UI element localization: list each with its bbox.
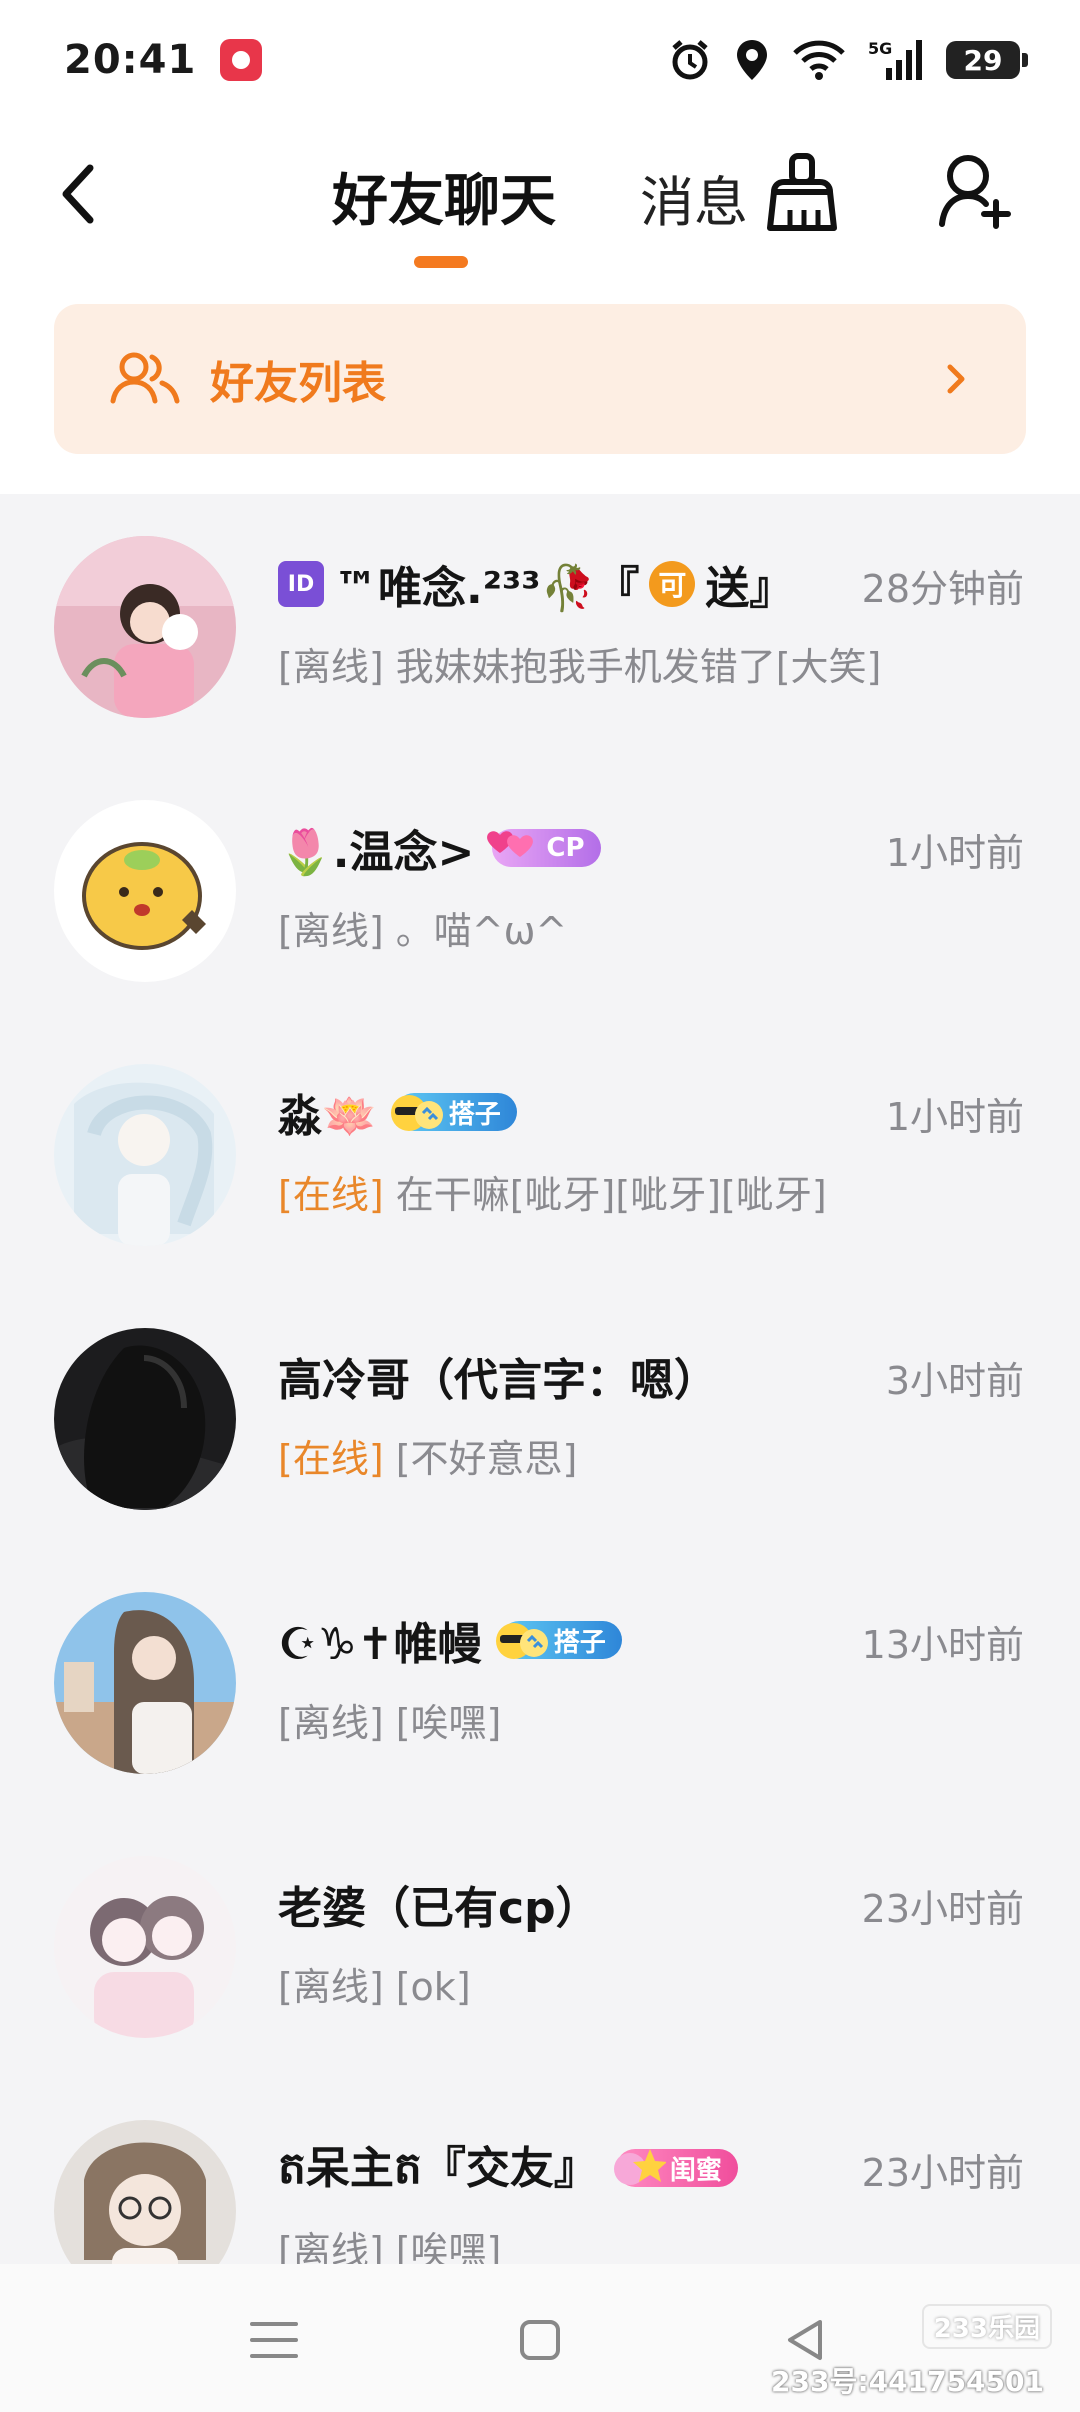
contact-name: ☪♑✝帷幔 — [278, 1619, 482, 1670]
cool-emoji-icon — [495, 1623, 548, 1659]
relationship-badge: 闺蜜 — [613, 2149, 738, 2187]
gift-chip-icon: 可 — [649, 561, 696, 607]
message-preview: [离线] [唉嘿] — [278, 2220, 501, 2264]
tab-active-indicator — [414, 256, 468, 268]
status-bar: 20:41 5G 29 — [0, 0, 1080, 120]
last-message: [唉嘿] — [383, 2229, 502, 2264]
relationship-badge: 搭子 — [390, 1093, 517, 1131]
message-time: 28分钟前 — [861, 567, 1024, 611]
tab-messages[interactable]: 消息 — [640, 158, 748, 237]
message-preview: [在线] [不好意思] — [278, 1428, 577, 1483]
chat-row[interactable]: 🌷.温念> CP 1小时前 [离线] 。喵^ω^ — [0, 758, 1080, 1022]
add-friend-icon[interactable] — [936, 148, 1012, 232]
chat-list: ID ™唯念.²³³🥀『 可 送』 28分钟前 [离线] 我妹妹抱我手机发错了[… — [0, 494, 1080, 2264]
contact-name: ត呆主ត『交友』 — [278, 2142, 598, 2194]
presence-status: [离线] — [278, 2229, 384, 2264]
name-line: 🌷.温念> CP — [278, 816, 601, 880]
chat-row[interactable]: ☪♑✝帷幔 搭子 13小时前 [离线] [唉嘿] — [0, 1550, 1080, 1814]
last-message: [ok] — [383, 1965, 471, 2009]
presence-status: [在线] — [278, 1173, 384, 1217]
tab-friend-chat[interactable]: 好友聊天 — [332, 156, 556, 237]
contact-name: 🌷.温念> — [278, 827, 475, 878]
status-time: 20:41 — [64, 37, 197, 83]
contact-name: ™唯念.²³³🥀『 — [334, 563, 640, 614]
presence-status: [离线] — [278, 1701, 384, 1745]
chat-row[interactable]: 高冷哥（代言字：嗯） 3小时前 [在线] [不好意思] — [0, 1286, 1080, 1550]
message-time: 1小时前 — [885, 1095, 1024, 1139]
relationship-badge: 搭子 — [495, 1621, 622, 1659]
chevron-right-icon — [947, 364, 965, 394]
message-time: 23小时前 — [861, 1887, 1024, 1931]
alarm-icon — [672, 40, 708, 80]
battery-indicator: 29 — [946, 41, 1028, 79]
wifi-icon — [793, 40, 845, 80]
contact-name: 高冷哥（代言字：嗯） — [278, 1355, 718, 1406]
friends-icon — [110, 352, 180, 404]
message-preview: [离线] 。喵^ω^ — [278, 900, 567, 955]
message-time: 23小时前 — [861, 2151, 1024, 2195]
badge-label: CP — [546, 833, 585, 863]
location-icon — [737, 40, 767, 80]
avatar[interactable] — [54, 2120, 236, 2264]
menu-icon[interactable] — [244, 2310, 304, 2370]
badge-label: 搭子 — [448, 1099, 501, 1130]
presence-status: [离线] — [278, 1965, 384, 2009]
avatar[interactable] — [54, 1592, 236, 1774]
presence-status: [离线] — [278, 909, 384, 953]
last-message: [不好意思] — [383, 1437, 578, 1481]
message-time: 3小时前 — [885, 1359, 1024, 1403]
avatar[interactable] — [54, 1064, 236, 1246]
name-line: 老婆（已有cp） — [278, 1872, 600, 1936]
header: 好友聊天 消息 — [0, 120, 1080, 280]
contact-name: 老婆（已有cp） — [278, 1883, 600, 1934]
avatar[interactable] — [54, 800, 236, 982]
id-icon: ID — [278, 561, 324, 607]
last-message: 在干嘛[呲牙][呲牙][呲牙] — [383, 1173, 827, 1217]
back-button[interactable] — [52, 154, 112, 234]
chat-row[interactable]: ត呆主ត『交友』 闺蜜 23小时前 [离线] [唉嘿] — [0, 2078, 1080, 2264]
contact-name-suffix: 送』 — [705, 563, 794, 614]
star-emoji-icon — [613, 2149, 666, 2185]
badge-label: 搭子 — [553, 1627, 606, 1658]
cool-emoji-icon — [390, 1095, 443, 1131]
message-preview: [离线] 我妹妹抱我手机发错了[大笑] — [278, 636, 881, 691]
watermark-logo: 233乐园 — [921, 2304, 1052, 2349]
badge-label: 闺蜜 — [669, 2155, 722, 2186]
friend-list-entry[interactable]: 好友列表 — [54, 304, 1026, 454]
name-line: ☪♑✝帷幔 搭子 — [278, 1608, 622, 1672]
signal-5g-icon: 5G — [868, 39, 922, 80]
chat-row[interactable]: ID ™唯念.²³³🥀『 可 送』 28分钟前 [离线] 我妹妹抱我手机发错了[… — [0, 494, 1080, 758]
contact-name: 淼🪷 — [278, 1091, 377, 1142]
relationship-badge: CP — [487, 829, 601, 867]
last-message: 。喵^ω^ — [383, 909, 568, 953]
clear-broom-icon[interactable] — [764, 150, 840, 234]
home-square-icon[interactable] — [510, 2310, 570, 2370]
message-preview: [在线] 在干嘛[呲牙][呲牙][呲牙] — [278, 1164, 827, 1219]
avatar[interactable] — [54, 536, 236, 718]
presence-status: [离线] — [278, 645, 384, 689]
last-message: 我妹妹抱我手机发错了[大笑] — [383, 645, 882, 689]
message-preview: [离线] [ok] — [278, 1956, 471, 2011]
avatar[interactable] — [54, 1856, 236, 2038]
hearts-icon — [487, 831, 534, 857]
name-line: ID ™唯念.²³³🥀『 可 送』 — [278, 552, 793, 616]
app-notification-icon — [220, 39, 263, 81]
svg-text:5G: 5G — [868, 39, 892, 58]
name-line: ត呆主ត『交友』 闺蜜 — [278, 2136, 738, 2200]
message-time: 1小时前 — [885, 831, 1024, 875]
friend-list-label: 好友列表 — [210, 358, 386, 409]
chat-row[interactable]: 老婆（已有cp） 23小时前 [离线] [ok] — [0, 1814, 1080, 2078]
message-preview: [离线] [唉嘿] — [278, 1692, 501, 1747]
name-line: 淼🪷 搭子 — [278, 1080, 517, 1144]
message-time: 13小时前 — [861, 1623, 1024, 1667]
status-icons: 5G 29 — [668, 38, 1028, 82]
watermark-text: 233号:441754501 — [771, 2365, 1044, 2398]
presence-status: [在线] — [278, 1437, 384, 1481]
chat-row[interactable]: 淼🪷 搭子 1小时前 [在线] 在干嘛[呲牙][呲牙][呲牙] — [0, 1022, 1080, 1286]
name-line: 高冷哥（代言字：嗯） — [278, 1344, 718, 1408]
avatar[interactable] — [54, 1328, 236, 1510]
last-message: [唉嘿] — [383, 1701, 502, 1745]
